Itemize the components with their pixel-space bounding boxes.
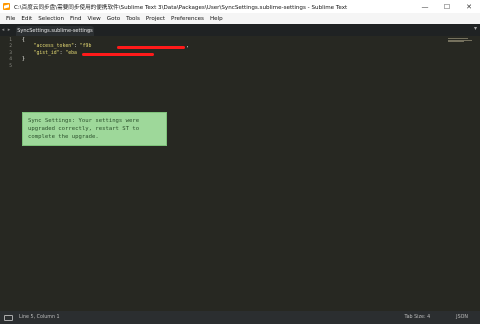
tab-close-icon[interactable]: × [87, 28, 91, 34]
tab-size-selector[interactable]: Tab Size: 4 [404, 315, 430, 320]
syntax-selector[interactable]: JSON [456, 315, 468, 320]
json-value-access-token: "f9b [79, 44, 92, 50]
menu-find[interactable]: Find [67, 16, 84, 22]
title-bar: C:\百度云同步盘\需要同步使用的便携软件\Sublime Text 3\Dat… [0, 0, 480, 13]
tab-label: SyncSettings.sublime-settings [17, 28, 93, 34]
menu-edit[interactable]: Edit [18, 16, 35, 22]
tab-scroll-right-icon[interactable]: ▸ [6, 24, 12, 36]
json-key-gist-id: "gist_id" [33, 50, 60, 56]
tab-syncsettings[interactable]: SyncSettings.sublime-settings × [16, 26, 94, 36]
minimap[interactable] [448, 38, 474, 44]
menu-selection[interactable]: Selection [35, 16, 67, 22]
menu-view[interactable]: View [84, 16, 103, 22]
menu-help[interactable]: Help [207, 16, 226, 22]
editor-area[interactable]: 1 2 3 4 5 { "access_token": "f9b, "gist_… [0, 36, 480, 311]
maximize-button[interactable]: ☐ [436, 0, 458, 13]
menu-tools[interactable]: Tools [123, 16, 143, 22]
json-value-gist-id: "eba [65, 50, 77, 56]
cursor-position: Line 5, Column 1 [19, 315, 60, 320]
window-title: C:\百度云同步盘\需要同步使用的便携软件\Sublime Text 3\Dat… [14, 4, 348, 11]
close-brace: } [22, 57, 25, 63]
line-number: 5 [9, 63, 12, 69]
panel-toggle-icon[interactable] [4, 314, 13, 321]
close-button[interactable]: ✕ [458, 0, 480, 13]
code-lines[interactable]: { "access_token": "f9b, "gist_id": "eba … [22, 38, 189, 70]
minimize-button[interactable]: — [414, 0, 436, 13]
menu-project[interactable]: Project [143, 16, 168, 22]
status-right-group: Tab Size: 4 JSON [404, 311, 468, 324]
menu-preferences[interactable]: Preferences [168, 16, 207, 22]
menu-goto[interactable]: Goto [104, 16, 123, 22]
redaction-mark [117, 46, 185, 50]
open-brace: { [22, 38, 25, 43]
sublime-app-icon [3, 3, 10, 10]
status-bar: Line 5, Column 1 Tab Size: 4 JSON [0, 311, 480, 324]
sync-settings-notification: Sync Settings: Your settings were upgrad… [22, 112, 167, 146]
redaction-mark [82, 52, 154, 56]
line-number-gutter: 1 2 3 4 5 [0, 36, 14, 311]
json-key-access-token: "access_token" [33, 44, 74, 50]
tab-list-dropdown-icon[interactable]: ▾ [474, 25, 477, 32]
notification-line: complete the upgrade. [28, 134, 99, 140]
menu-bar: File Edit Selection Find View Goto Tools… [0, 13, 480, 24]
notification-line: upgraded correctly, restart ST to [28, 126, 140, 132]
tab-bar: ◂ ▸ SyncSettings.sublime-settings × ▾ [0, 24, 480, 36]
window-controls: — ☐ ✕ [414, 0, 480, 13]
minimap-line [448, 41, 464, 42]
json-comma: , [186, 44, 189, 50]
notification-line: Sync Settings: Your settings were [28, 118, 140, 124]
menu-file[interactable]: File [3, 16, 18, 22]
